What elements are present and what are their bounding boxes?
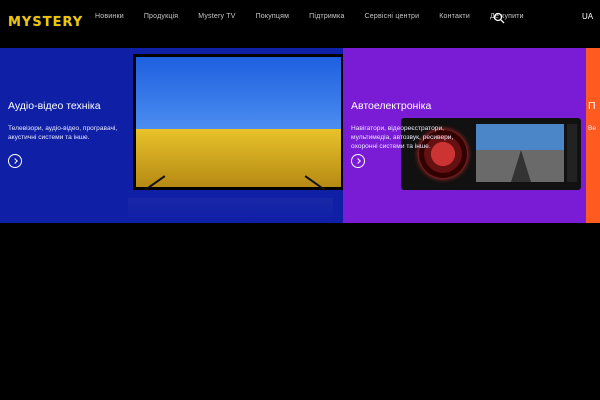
nav-item-buyers[interactable]: Покупцям <box>256 13 290 20</box>
site-header: MYSTERY Новинки Продукція Mystery TV Пок… <box>0 0 600 48</box>
nav-item-contacts[interactable]: Контакти <box>439 13 470 20</box>
search-icon[interactable] <box>493 12 505 24</box>
tile-title: П <box>588 100 596 112</box>
stereo-road <box>511 150 531 182</box>
nav-item-support[interactable]: Підтримка <box>309 13 344 20</box>
nav-item-products[interactable]: Продукція <box>144 13 178 20</box>
tv-reflection <box>128 198 333 223</box>
main-nav: Новинки Продукція Mystery TV Покупцям Пі… <box>95 13 544 20</box>
tile-description: Телевізори, аудіо-відео, програвачі, аку… <box>8 125 118 141</box>
brand-logo[interactable]: MYSTERY <box>8 15 83 30</box>
nav-item-service-centers[interactable]: Сервісні центри <box>365 13 420 20</box>
category-tile-audio-video[interactable]: Аудіо-відео техніка Телевізори, аудіо-ві… <box>0 48 343 223</box>
category-tile-next[interactable]: П Ве <box>586 48 600 223</box>
tile-description: Ве <box>588 125 597 132</box>
stereo-side-panel <box>567 124 577 182</box>
nav-item-mystery-tv[interactable]: Mystery TV <box>198 13 235 20</box>
tv-sky <box>136 57 341 129</box>
tile-description: Навігатори, відеореєстратори, мультимеді… <box>351 125 454 150</box>
chevron-right-icon[interactable] <box>351 154 365 168</box>
tile-title: Аудіо-відео техніка <box>8 100 101 112</box>
tile-title: Автоелектроніка <box>351 100 432 112</box>
category-tile-auto-electronics[interactable]: Автоелектроніка Навігатори, відеореєстра… <box>343 48 586 223</box>
nav-item-new[interactable]: Новинки <box>95 13 124 20</box>
chevron-right-icon[interactable] <box>8 154 22 168</box>
language-switcher[interactable]: UA <box>582 12 593 21</box>
tv-illustration <box>133 54 343 190</box>
